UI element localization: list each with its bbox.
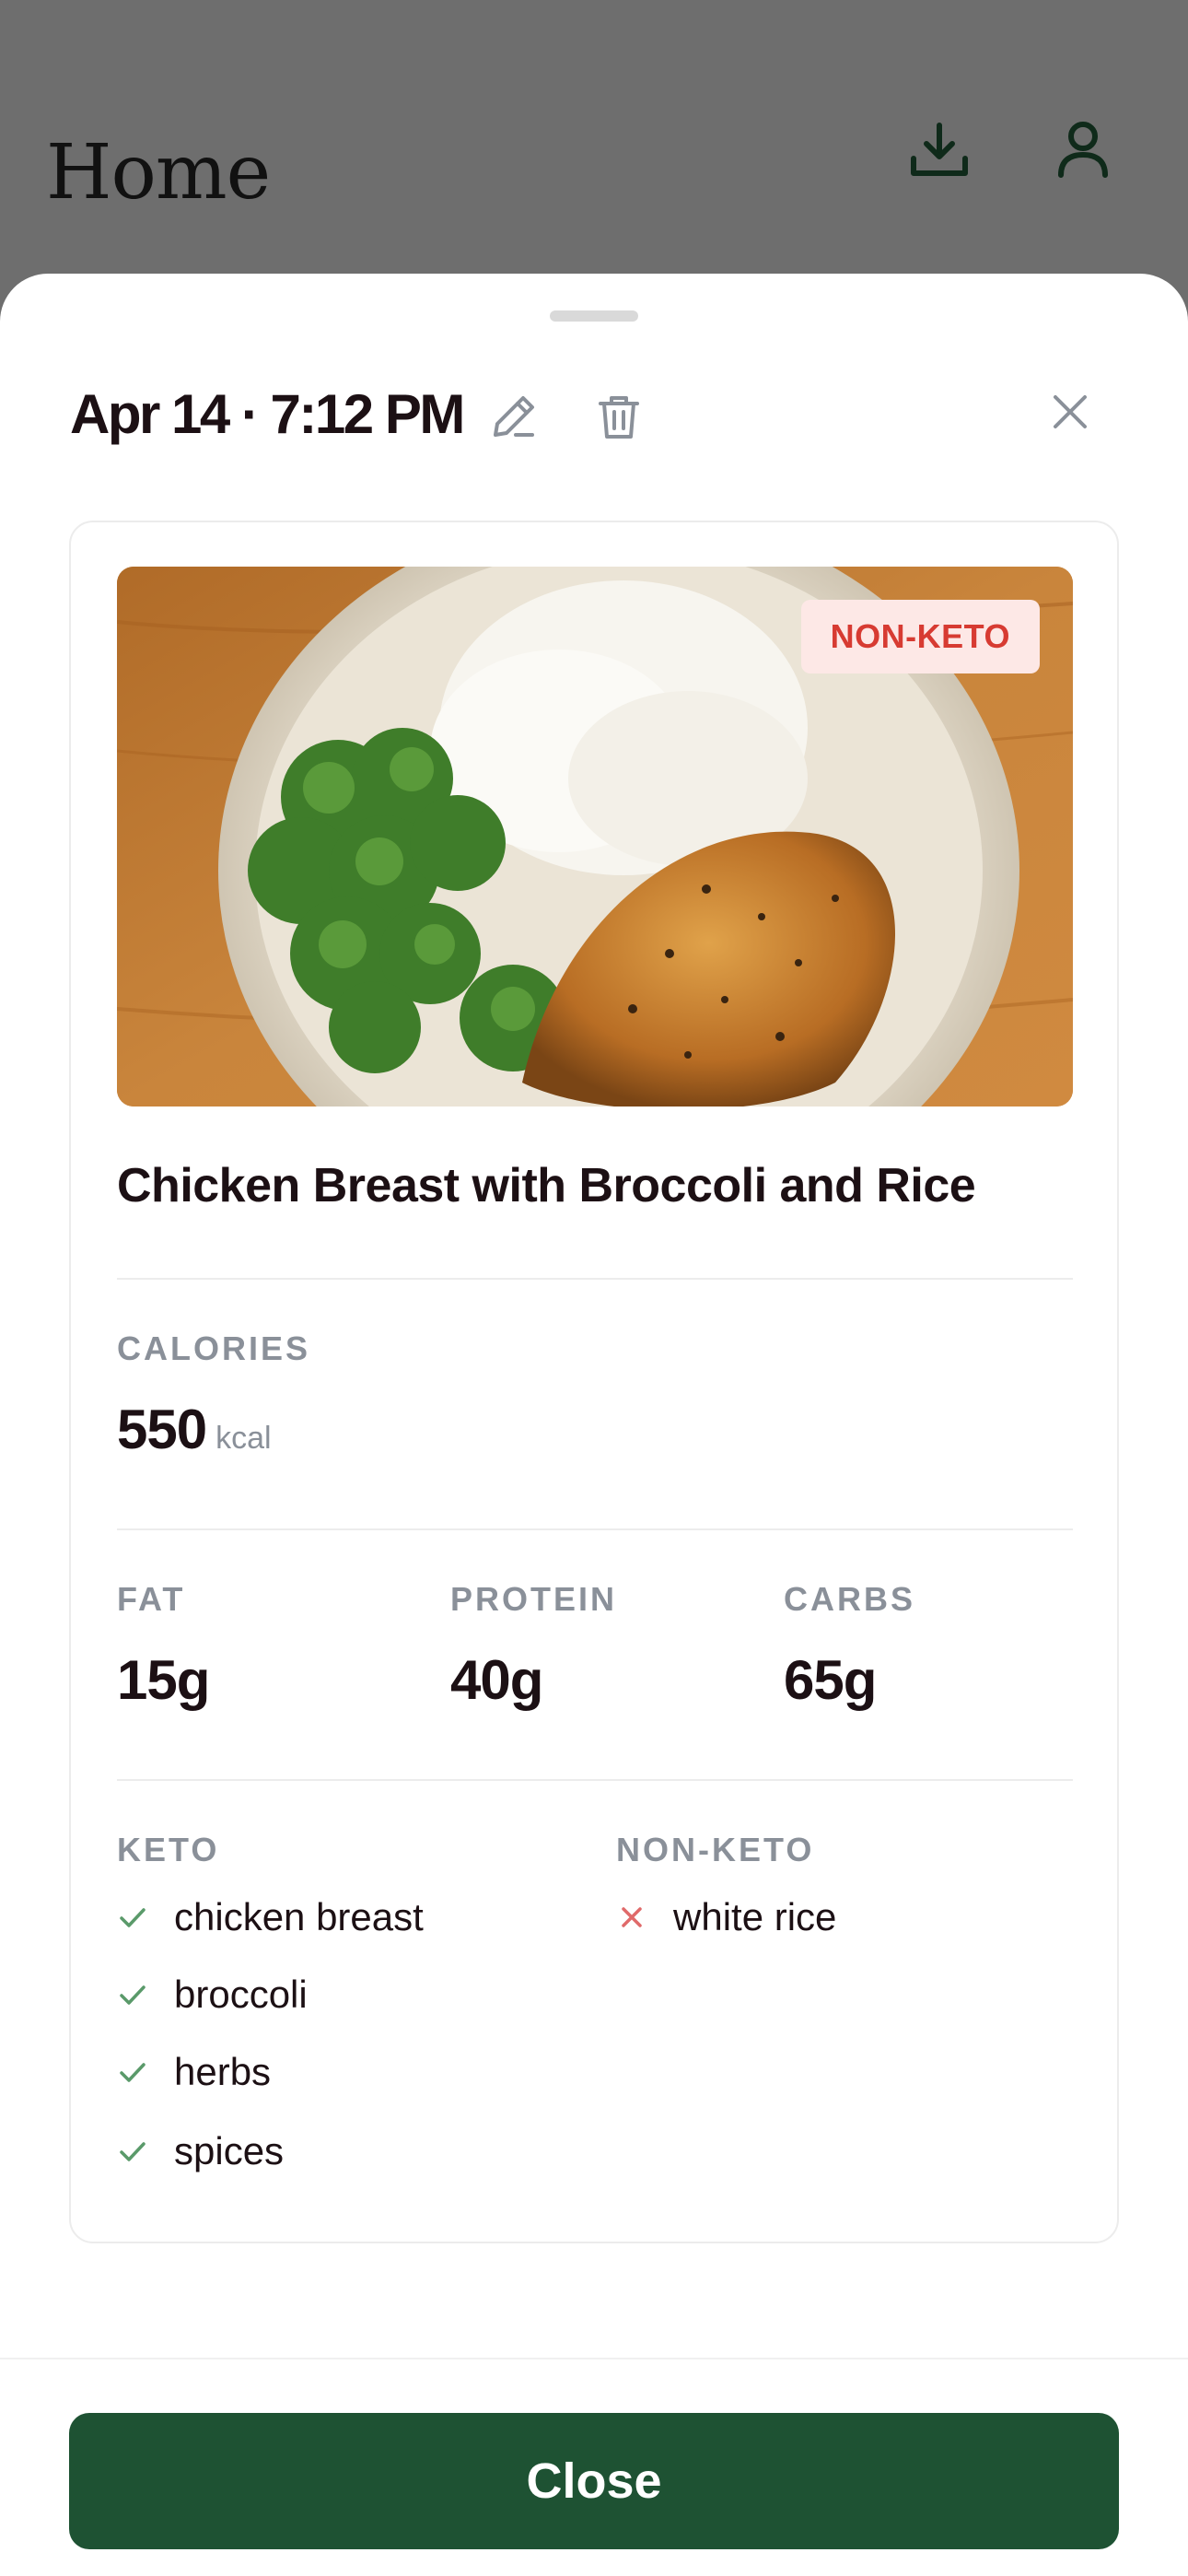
calories-label: CALORIES: [117, 1329, 311, 1367]
page-title: Home: [46, 129, 271, 217]
keto-ingredient: herbs: [117, 2050, 271, 2094]
meal-card: NON-KETO Chicken Breast with Broccoli an…: [69, 521, 1119, 2243]
calories-number: 550: [117, 1399, 207, 1460]
cross-icon: [622, 1907, 642, 1927]
keto-ingredient-label: spices: [174, 2129, 285, 2172]
keto-ingredient: chicken breast: [117, 1895, 424, 1939]
check-icon: [120, 1908, 146, 1927]
keto-ingredient: spices: [117, 2129, 284, 2173]
profile-icon[interactable]: [1046, 112, 1120, 186]
check-icon: [120, 2142, 146, 2161]
keto-ingredient: broccoli: [117, 1973, 308, 2017]
download-icon[interactable]: [903, 112, 976, 186]
calories-value: 550 kcal: [117, 1398, 272, 1461]
keto-label: KETO: [117, 1831, 220, 1868]
protein-label: PROTEIN: [450, 1580, 618, 1618]
non-keto-label: NON-KETO: [616, 1831, 815, 1868]
non-keto-ingredient: white rice: [616, 1895, 836, 1939]
fat-value: 15g: [117, 1649, 210, 1711]
meal-detail-sheet: Apr 14 · 7:12 PM NON-KETO Chicken Breast…: [0, 274, 1188, 2576]
check-icon: [120, 2063, 146, 2082]
close-button[interactable]: Close: [69, 2413, 1119, 2549]
sheet-grabber[interactable]: [550, 310, 638, 322]
edit-icon[interactable]: [484, 387, 543, 446]
keto-ingredient-label: broccoli: [174, 1973, 308, 2016]
carbs-value: 65g: [784, 1649, 877, 1711]
check-icon: [120, 1985, 146, 2005]
non-keto-badge: NON-KETO: [800, 600, 1040, 673]
background-page: Home: [0, 0, 1188, 304]
non-keto-ingredient-label: white rice: [673, 1895, 837, 1938]
meal-datetime: Apr 14 · 7:12 PM: [70, 383, 465, 445]
divider: [117, 1528, 1073, 1530]
protein-value: 40g: [450, 1649, 543, 1711]
close-icon[interactable]: [1041, 382, 1100, 441]
meal-title: Chicken Breast with Broccoli and Rice: [117, 1159, 976, 1212]
divider: [117, 1278, 1073, 1280]
keto-ingredient-label: herbs: [174, 2050, 272, 2093]
fat-label: FAT: [117, 1580, 186, 1618]
meal-photo: NON-KETO: [117, 567, 1073, 1107]
divider: [117, 1779, 1073, 1781]
footer-divider: [0, 2358, 1188, 2359]
trash-icon[interactable]: [589, 387, 648, 446]
calories-unit: kcal: [215, 1421, 272, 1456]
carbs-label: CARBS: [784, 1580, 916, 1618]
keto-ingredient-label: chicken breast: [174, 1895, 424, 1938]
